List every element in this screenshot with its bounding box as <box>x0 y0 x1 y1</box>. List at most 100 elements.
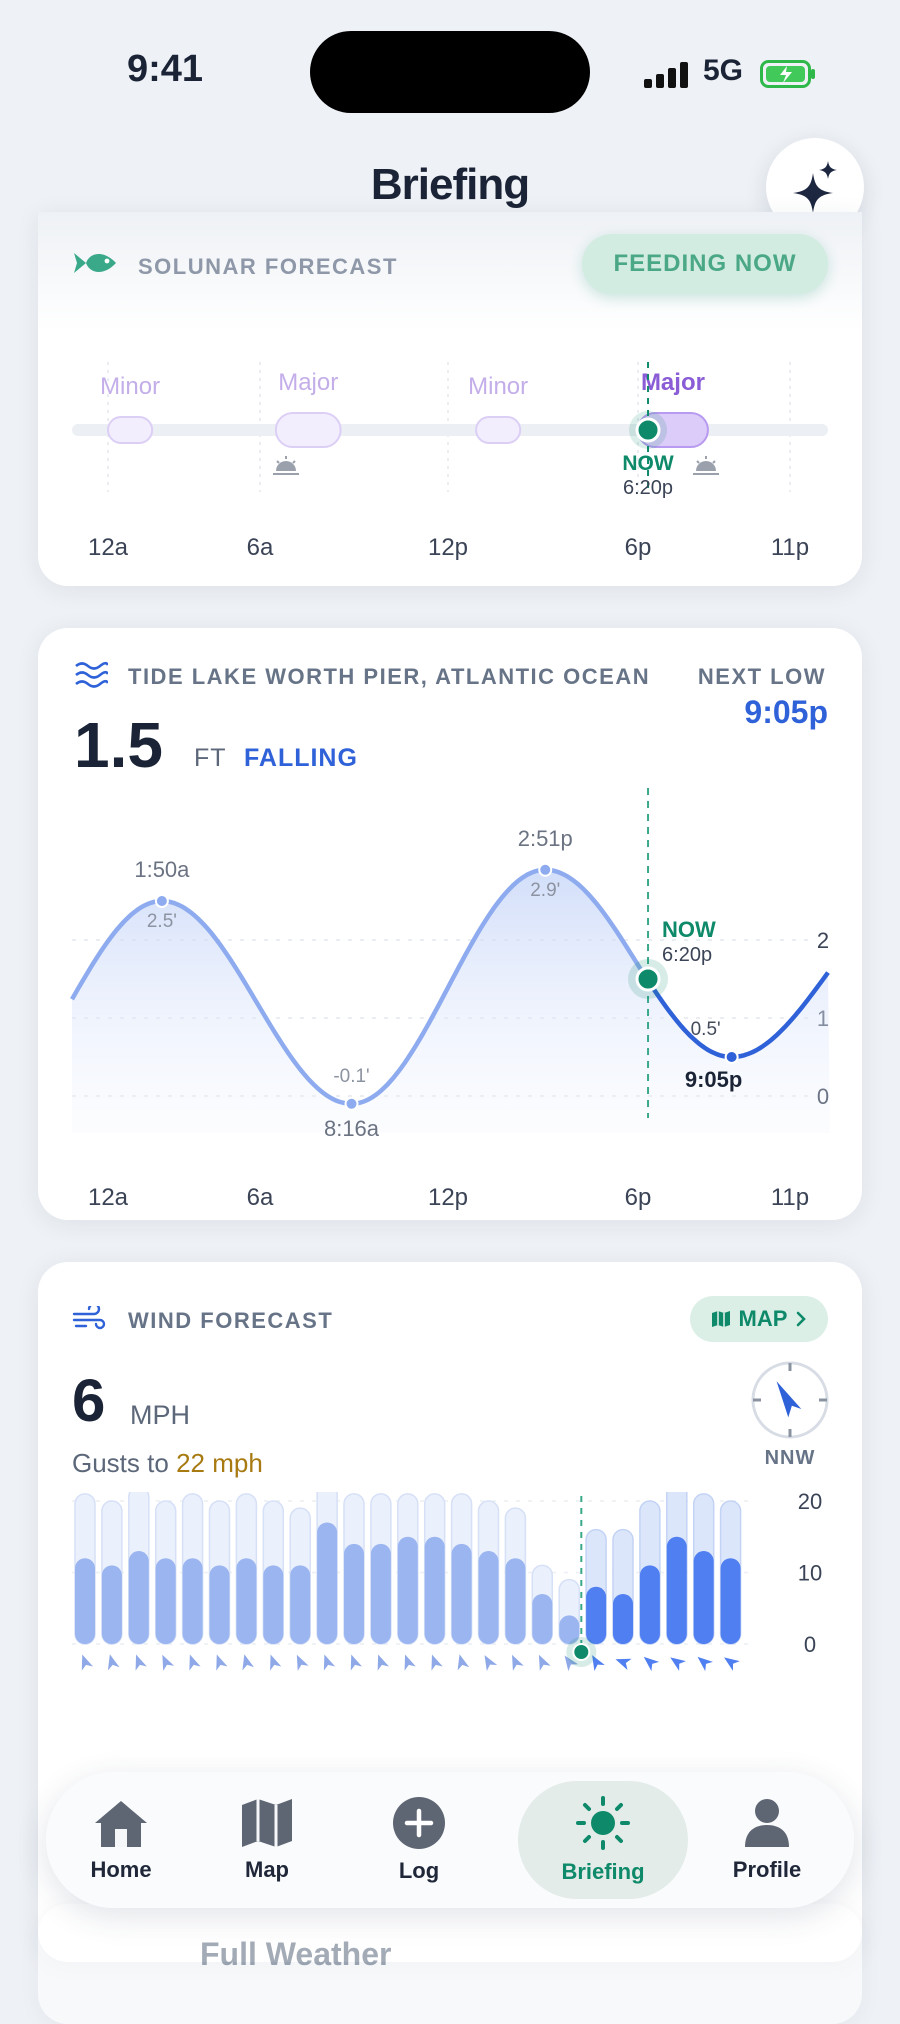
tide-y-tick: 2 <box>817 928 829 953</box>
wind-speed-bar <box>720 1558 741 1644</box>
page-title: Briefing <box>370 160 530 209</box>
wind-speed-bar <box>397 1536 418 1644</box>
wind-map-button[interactable]: MAP <box>690 1296 828 1342</box>
wind-now-marker <box>572 1643 591 1661</box>
tide-extreme-point <box>344 1096 359 1111</box>
feeding-now-label: FEEDING NOW <box>613 250 797 277</box>
wind-speed-bar <box>182 1558 203 1644</box>
wind-direction-arrow <box>377 1654 389 1671</box>
wind-speed-bar <box>505 1558 526 1644</box>
tide-card[interactable]: TIDE LAKE WORTH PIER, ATLANTIC OCEAN NEX… <box>38 628 862 1220</box>
wind-speed-bar <box>613 1593 633 1644</box>
compass-icon <box>751 1361 829 1439</box>
home-icon <box>95 1801 147 1847</box>
tide-extreme-time: 1:50a <box>134 857 190 882</box>
nav-profile-label: Profile <box>732 1857 802 1882</box>
arrow-shape <box>484 1655 498 1672</box>
tide-height-value: 1.5 <box>74 709 163 781</box>
solunar-period-label: Major <box>278 369 338 396</box>
arrow-shape <box>431 1654 443 1671</box>
nav-briefing[interactable]: Briefing <box>518 1781 688 1899</box>
bottom-nav: Home Map Log Briefing Profile <box>46 1772 854 1908</box>
network-label: 5G <box>703 54 744 87</box>
wind-y-tick: 20 <box>798 1492 822 1514</box>
wind-title: WIND FORECAST <box>128 1308 334 1333</box>
tide-x-tick: 12p <box>428 1184 468 1211</box>
nav-map[interactable]: Map <box>192 1772 342 1908</box>
nav-home-label: Home <box>90 1857 152 1882</box>
arrow-shape <box>81 1654 94 1671</box>
nav-map-label: Map <box>245 1857 289 1882</box>
arrow-shape <box>377 1654 389 1671</box>
tide-now-label: NOW <box>662 917 716 942</box>
wind-speed-bar <box>344 1543 364 1644</box>
wind-y-tick: 0 <box>804 1632 816 1657</box>
solunar-period-label: Minor <box>100 373 160 400</box>
arrow-shape <box>670 1657 686 1671</box>
solunar-now-time: 6:20p <box>623 477 673 499</box>
wind-direction-arrow <box>724 1657 740 1671</box>
gusts-text: Gusts to 22 mph <box>72 1448 263 1479</box>
wind-speed-bar <box>666 1536 687 1644</box>
wind-speed-unit: MPH <box>130 1400 190 1430</box>
sunrise-icon <box>273 456 299 475</box>
tide-extreme-height: -0.1' <box>333 1066 369 1087</box>
arrow-shape <box>615 1658 632 1671</box>
wind-speed-bar <box>128 1551 149 1644</box>
gusts-prefix: Gusts to <box>72 1448 169 1478</box>
nav-log-label: Log <box>398 1858 440 1883</box>
battery-icon <box>760 60 815 88</box>
solunar-period-pill <box>475 416 522 444</box>
nav-home[interactable]: Home <box>46 1772 196 1908</box>
wind-speed-bar <box>209 1565 230 1644</box>
tide-unit: FT <box>194 744 227 772</box>
solunar-axis-label: 11p <box>771 534 809 561</box>
solunar-axis-label: 12p <box>428 534 468 561</box>
status-time: 9:41 <box>126 48 204 90</box>
wind-direction-arrow <box>670 1657 686 1671</box>
wind-speed-bar <box>424 1536 445 1644</box>
wind-speed-bar <box>263 1565 284 1644</box>
solunar-title: SOLUNAR FORECAST <box>138 254 398 279</box>
wind-speed-bar <box>370 1543 391 1644</box>
wind-direction-arrow <box>512 1654 524 1671</box>
wind-speed-bar <box>317 1522 338 1644</box>
tide-extreme-point <box>154 894 169 908</box>
wind-chart: 0102030NOW6:20p <box>72 1492 822 1672</box>
wind-speed-value: 6 <box>72 1367 106 1434</box>
solunar-axis-label: 6a <box>247 534 274 561</box>
wind-direction-arrow <box>135 1654 147 1671</box>
arrow-shape <box>162 1654 175 1671</box>
tide-extreme-height: 2.5' <box>147 911 177 932</box>
wind-speed-bar <box>478 1551 499 1644</box>
feeding-now-badge: FEEDING NOW <box>582 234 828 294</box>
wind-speed-bar <box>451 1543 472 1644</box>
wind-direction-arrow <box>697 1656 713 1672</box>
tide-extreme-time: 9:05p <box>685 1067 742 1092</box>
arrow-shape <box>135 1654 147 1671</box>
arrow-shape <box>697 1656 713 1672</box>
tide-extreme-time: 8:16a <box>324 1116 380 1141</box>
wind-direction-arrow <box>484 1655 498 1672</box>
wind-direction-arrow <box>350 1654 363 1671</box>
arrow-shape <box>724 1657 740 1671</box>
map-icon <box>711 1311 730 1327</box>
wind-direction-arrow <box>81 1654 94 1671</box>
nav-log[interactable]: Log <box>344 1772 494 1908</box>
wind-speed-bar <box>155 1558 176 1644</box>
wind-speed-bar <box>639 1565 660 1644</box>
solunar-period-label: Minor <box>468 373 528 400</box>
arrow-shape <box>512 1654 524 1671</box>
arrow-shape <box>404 1654 416 1671</box>
tide-x-tick: 12a <box>88 1184 129 1211</box>
solunar-timeline: 12a 6a 12p 6p 11p Minor Major Minor Major NOW6:20… <box>72 362 828 561</box>
tide-title: TIDE LAKE WORTH PIER, ATLANTIC OCEAN <box>128 664 651 689</box>
tide-x-tick: 6a <box>247 1184 274 1211</box>
full-weather-card[interactable]: Full Weather <box>38 1904 862 2024</box>
gusts-value: 22 mph <box>176 1448 263 1478</box>
dynamic-island <box>310 31 590 113</box>
wind-speed-bar <box>236 1558 257 1644</box>
nav-profile[interactable]: Profile <box>692 1772 842 1908</box>
solunar-card[interactable]: SOLUNAR FORECAST FEEDING NOW 12a 6a 12p 6p 1… <box>38 212 862 586</box>
nav-briefing-label: Briefing <box>561 1859 645 1884</box>
